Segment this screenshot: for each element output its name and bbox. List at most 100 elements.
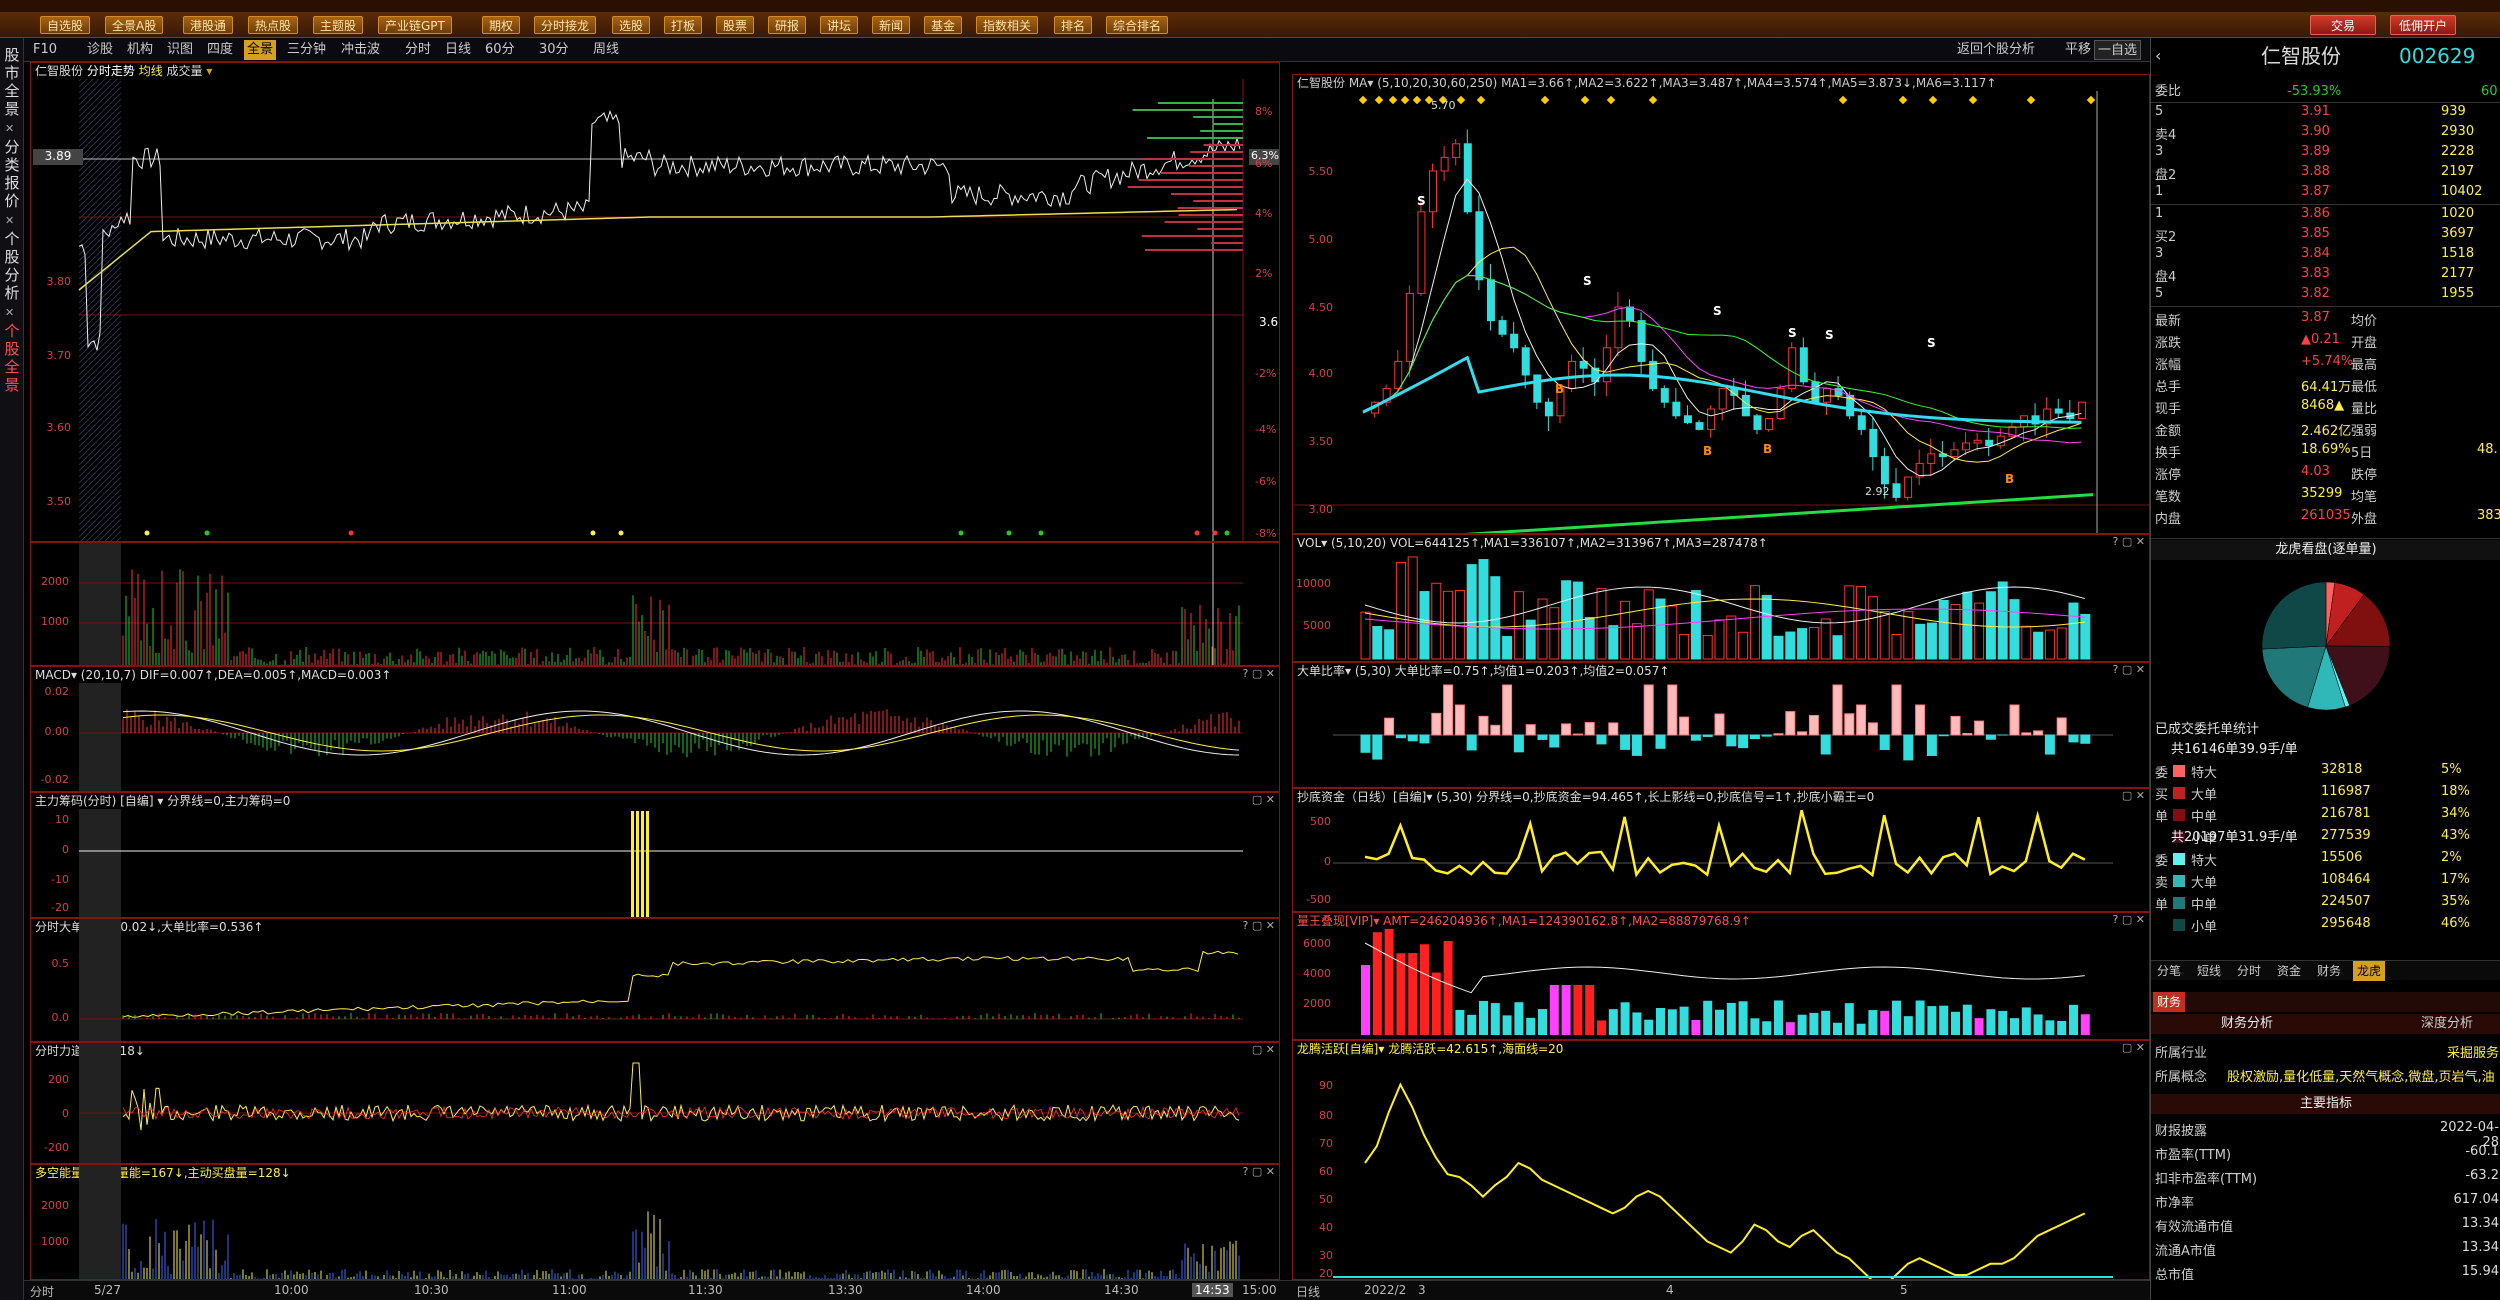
buy-side-label: 委	[2155, 766, 2169, 781]
buy-sell-signal: B	[1763, 442, 1772, 456]
amt-panel[interactable]: 量王叠现[VIP]▾ AMT=246204936↑,MA1=124390162.…	[1292, 912, 2150, 1040]
menu-item-16[interactable]: 排名	[1054, 16, 1093, 34]
menu-item-4[interactable]: 主题股	[313, 16, 364, 34]
menu-item-9[interactable]: 打板	[664, 16, 703, 34]
x-tick-label: 5/27	[94, 1283, 121, 1297]
intraday-chart-panel[interactable]: 仁智股份 分时走势 均线 成交量 ▾ 3.89 6.3% 3.66 3.803.…	[30, 62, 1280, 542]
menu-item-14[interactable]: 基金	[924, 16, 963, 34]
y-tick-label: 10000	[1296, 577, 1331, 590]
menu-item-12[interactable]: 讲坛	[820, 16, 859, 34]
big-ratio-bar	[1655, 734, 1666, 749]
pan-button[interactable]: 平移	[2062, 40, 2094, 60]
finance-tab[interactable]: 财务	[2153, 992, 2186, 1012]
long-short-panel[interactable]: 多空能量▾ 多头量能=167↓,主动买盘量=128↓ ? ▢ ✕ 2000 10…	[30, 1164, 1280, 1280]
tab-3[interactable]: 识图	[164, 40, 196, 60]
fin-value: 15.94	[2461, 1264, 2499, 1279]
tab-4[interactable]: 四度	[204, 40, 236, 60]
volume-bar	[1407, 556, 1418, 660]
candle-body	[1707, 408, 1716, 430]
menu-item-1[interactable]: 全景A股	[105, 16, 164, 34]
left-tab-stock-panorama[interactable]: 个股全景	[1, 322, 23, 394]
menu-item-11[interactable]: 研报	[768, 16, 807, 34]
menu-item-3[interactable]: 热点股	[248, 16, 299, 34]
big-ratio-bar	[1490, 724, 1501, 736]
dragon-active-panel[interactable]: 龙腾活跃[自编]▾ 龙腾活跃=42.615↑,海面线=20 ▢ ✕ 90 80 70…	[1292, 1040, 2150, 1280]
menu-item-17[interactable]: 综合排名	[1106, 16, 1169, 34]
small-tab-5[interactable]: 龙虎	[2353, 961, 2386, 981]
menu-item-13[interactable]: 新闻	[872, 16, 911, 34]
tab-5[interactable]: 全景	[244, 40, 277, 60]
small-tab-2[interactable]: 分时	[2233, 961, 2265, 981]
dip-fund-panel[interactable]: 抄底资金（日线）[自编]▾ (5,30) 分界线=0,抄底资金=94.465↑,…	[1292, 788, 2150, 912]
macd-panel[interactable]: MACD▾ (20,10,7) DIF=0.007↑,DEA=0.005↑,MA…	[30, 666, 1280, 792]
tab-11[interactable]: 30分	[536, 40, 572, 60]
intraday-volume-panel[interactable]: 2000 1000	[30, 542, 1280, 666]
open-account-button[interactable]: 低佣开户	[2390, 15, 2456, 35]
small-tab-1[interactable]: 短线	[2193, 961, 2225, 981]
candle-body	[1927, 453, 1936, 464]
menu-item-10[interactable]: 股票	[716, 16, 755, 34]
buy-sell-signal: S	[1927, 336, 1936, 350]
deal-stat-title: 已成交委托单统计	[2151, 720, 2500, 740]
tab-7[interactable]: 冲击波	[338, 40, 383, 60]
back-to-stock-analysis-link[interactable]: 返回个股分析	[1954, 40, 2038, 60]
menu-item-2[interactable]: 港股通	[183, 16, 234, 34]
kline-bigorder-panel[interactable]: 大单比率▾ (5,30) 大单比率=0.75↑,均值1=0.203↑,均值2=0…	[1292, 662, 2150, 788]
kline-volume-panel[interactable]: VOL▾ (5,10,20) VOL=644125↑,MA1=336107↑,M…	[1292, 534, 2150, 662]
big-order-panel[interactable]: 分时大单▾ DX=0.02↓,大单比率=0.536↑ ? ▢ ✕ 0.5 0.0	[30, 918, 1280, 1042]
concept-value[interactable]: 股权激励,量化低量,天然气概念,微盘,页岩气,油	[2227, 1068, 2495, 1088]
industry-value[interactable]: 采掘服务	[2447, 1044, 2499, 1064]
daily-period-button[interactable]: 日线	[1296, 1283, 1320, 1300]
menu-item-15[interactable]: 指数相关	[976, 16, 1039, 34]
menu-item-0[interactable]: 自选股	[40, 16, 91, 34]
tab-8[interactable]: 分时	[402, 40, 434, 60]
quote-value: 8468▲	[2301, 398, 2345, 413]
trade-button[interactable]: 交易	[2310, 15, 2376, 35]
tab-0[interactable]: F10	[30, 40, 60, 60]
tab-10[interactable]: 60分	[482, 40, 518, 60]
chip-bar	[641, 811, 644, 917]
sell-count: 108464	[2321, 872, 2371, 887]
close-icon[interactable]: ✕	[5, 122, 14, 135]
amt-bar	[1762, 1021, 1772, 1035]
left-tab-stock-analysis[interactable]: 个股分析	[1, 230, 23, 302]
quote-label-2: 强弱	[2351, 424, 2378, 439]
menu-item-6[interactable]: 期权	[482, 16, 521, 34]
menu-item-7[interactable]: 分时接龙	[534, 16, 597, 34]
kline-chart-panel[interactable]: 仁智股份 MA▾ (5,10,20,30,60,250) MA1=3.66↑,M…	[1292, 74, 2150, 534]
tab-6[interactable]: 三分钟	[284, 40, 329, 60]
big-ratio-bar	[1714, 713, 1725, 736]
candle-body	[1521, 347, 1530, 376]
close-icon[interactable]: ✕	[5, 214, 14, 227]
left-tab-category-quote[interactable]: 分类报价	[1, 138, 23, 210]
big-ratio-bar	[1820, 734, 1831, 755]
amt-ma	[1364, 942, 2085, 994]
candle-body	[1892, 483, 1901, 498]
small-tab-4[interactable]: 财务	[2313, 961, 2345, 981]
chevron-left-icon[interactable]: ‹	[2155, 46, 2161, 66]
chip-panel[interactable]: 主力筹码(分时) [自编] ▾ 分界线=0,主力筹码=0 ▢ ✕ 10 0 -1…	[30, 792, 1280, 918]
tab-12[interactable]: 周线	[590, 40, 622, 60]
menu-item-8[interactable]: 选股	[612, 16, 651, 34]
small-tab-0[interactable]: 分笔	[2153, 961, 2185, 981]
intraday-period-button[interactable]: 分时	[30, 1283, 54, 1300]
tab-1[interactable]: 诊股	[84, 40, 116, 60]
finance-analysis-tab[interactable]: 财务分析	[2221, 1014, 2273, 1034]
close-icon[interactable]: ✕	[5, 306, 14, 319]
left-tab-market-overview[interactable]: 股市全景	[1, 46, 23, 118]
price-line	[78, 109, 1241, 351]
tab-9[interactable]: 日线	[442, 40, 474, 60]
force-panel[interactable]: 分时力道▾ 26.918↓ ▢ ✕ 200 0 -200	[30, 1042, 1280, 1164]
tab-2[interactable]: 机构	[124, 40, 156, 60]
signal-diamond	[1898, 95, 1908, 105]
amt-bar	[1479, 1000, 1488, 1035]
small-tab-3[interactable]: 资金	[2273, 961, 2305, 981]
watchlist-dropdown[interactable]: 一自选	[2094, 40, 2142, 60]
big-ratio-bar	[1773, 733, 1784, 736]
amt-bar	[1490, 1003, 1500, 1035]
menu-item-5[interactable]: 产业链GPT	[378, 16, 452, 34]
big-ratio-bar	[1726, 734, 1737, 747]
deep-analysis-tab[interactable]: 深度分析	[2421, 1014, 2473, 1034]
signal-diamond	[1358, 95, 1368, 105]
amt-bar	[2033, 1014, 2043, 1035]
